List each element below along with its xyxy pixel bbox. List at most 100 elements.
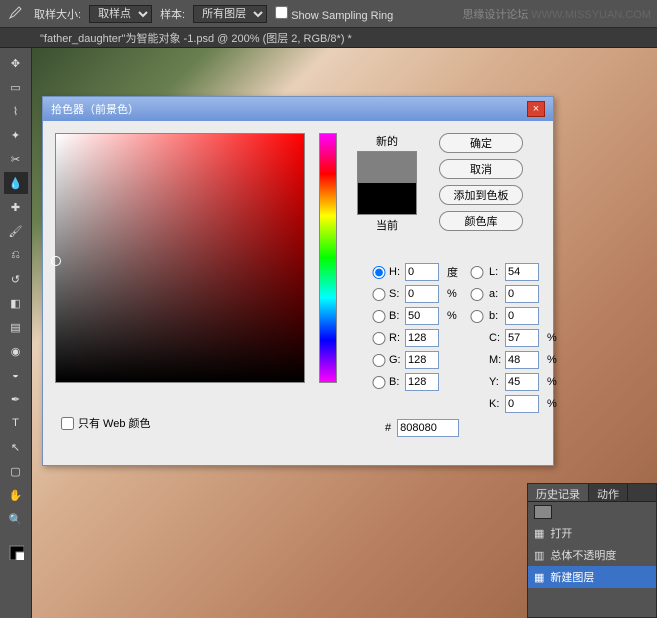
sampling-ring-label: Show Sampling Ring xyxy=(291,10,393,22)
c-input[interactable] xyxy=(505,329,539,347)
sample-layers-select[interactable]: 所有图层 xyxy=(193,5,267,23)
bv-radio[interactable] xyxy=(371,310,387,323)
hue-slider[interactable] xyxy=(319,133,337,383)
wand-tool[interactable]: ✦ xyxy=(4,124,28,146)
web-only-checkbox[interactable] xyxy=(61,417,74,430)
crop-tool[interactable]: ✂ xyxy=(4,148,28,170)
dodge-tool[interactable]: ◒ xyxy=(4,364,28,386)
sample-layers-label: 样本: xyxy=(160,6,185,22)
eyedropper-icon xyxy=(6,4,26,24)
m-input[interactable] xyxy=(505,351,539,369)
history-item-label: 总体不透明度 xyxy=(550,547,616,563)
s-input[interactable] xyxy=(405,285,439,303)
hex-input[interactable] xyxy=(397,419,459,437)
y-label: Y: xyxy=(489,376,503,388)
deg-unit: 度 xyxy=(447,264,465,280)
heal-tool[interactable]: ✚ xyxy=(4,196,28,218)
color-field[interactable] xyxy=(55,133,305,383)
color-fields: H:度 L: S:% a: B:% b: R: C:% G: M:% B: Y:… xyxy=(371,263,565,413)
layer-icon: ▦ xyxy=(534,571,544,584)
r-input[interactable] xyxy=(405,329,439,347)
bc-input[interactable] xyxy=(405,373,439,391)
history-item[interactable]: ▦ 新建图层 xyxy=(528,566,656,588)
history-item-label: 新建图层 xyxy=(550,569,594,585)
ok-button[interactable]: 确定 xyxy=(439,133,523,153)
dialog-titlebar[interactable]: 拾色器（前景色） × xyxy=(43,97,553,121)
history-item[interactable]: ▦打开 xyxy=(528,522,656,544)
bv-label: B: xyxy=(389,310,403,322)
new-current-swatch[interactable] xyxy=(357,151,417,215)
bc-label: B: xyxy=(389,376,403,388)
gradient-tool[interactable]: ▤ xyxy=(4,316,28,338)
lasso-tool[interactable]: ⌇ xyxy=(4,100,28,122)
hand-tool[interactable]: ✋ xyxy=(4,484,28,506)
opacity-icon: ▥ xyxy=(534,549,544,562)
close-icon[interactable]: × xyxy=(527,101,545,117)
a-radio[interactable] xyxy=(467,288,487,301)
g-input[interactable] xyxy=(405,351,439,369)
new-color xyxy=(358,152,416,183)
b-radio[interactable] xyxy=(467,310,487,323)
eraser-tool[interactable]: ◧ xyxy=(4,292,28,314)
pct-unit: % xyxy=(447,288,465,300)
g-label: G: xyxy=(389,354,403,366)
current-label: 当前 xyxy=(376,217,398,233)
h-radio[interactable] xyxy=(371,266,387,279)
sampling-ring-checkbox[interactable] xyxy=(275,6,288,19)
l-input[interactable] xyxy=(505,263,539,281)
bc-radio[interactable] xyxy=(371,376,387,389)
b-input[interactable] xyxy=(505,307,539,325)
c-label: C: xyxy=(489,332,503,344)
zoom-tool[interactable]: 🔍 xyxy=(4,508,28,530)
brush-tool[interactable]: 🖌 xyxy=(4,220,28,242)
l-radio[interactable] xyxy=(467,266,487,279)
document-tab-bar: "father_daughter"为智能对象 -1.psd @ 200% (图层… xyxy=(0,28,657,48)
thumbnail-icon xyxy=(534,505,552,519)
k-input[interactable] xyxy=(505,395,539,413)
stamp-tool[interactable]: ⎌ xyxy=(4,244,28,266)
web-only-label: 只有 Web 颜色 xyxy=(78,415,151,431)
a-input[interactable] xyxy=(505,285,539,303)
l-label: L: xyxy=(489,266,503,278)
history-item[interactable]: ▥ 总体不透明度 xyxy=(528,544,656,566)
history-panel: 历史记录 动作 ▦打开 ▥ 总体不透明度 ▦ 新建图层 xyxy=(527,483,657,618)
r-label: R: xyxy=(389,332,403,344)
eyedropper-tool[interactable]: 💧 xyxy=(4,172,28,194)
sampling-ring-check[interactable]: Show Sampling Ring xyxy=(275,6,393,22)
k-label: K: xyxy=(489,398,503,410)
marquee-tool[interactable]: ▭ xyxy=(4,76,28,98)
pen-tool[interactable]: ✒ xyxy=(4,388,28,410)
sample-size-label: 取样大小: xyxy=(34,6,81,22)
web-only-check[interactable]: 只有 Web 颜色 xyxy=(61,415,151,431)
h-label: H: xyxy=(389,266,403,278)
h-input[interactable] xyxy=(405,263,439,281)
y-input[interactable] xyxy=(505,373,539,391)
color-field-cursor[interactable] xyxy=(51,256,61,266)
blur-tool[interactable]: ◉ xyxy=(4,340,28,362)
tab-history[interactable]: 历史记录 xyxy=(528,484,589,501)
document-tab[interactable]: "father_daughter"为智能对象 -1.psd @ 200% (图层… xyxy=(40,30,352,46)
type-tool[interactable]: T xyxy=(4,412,28,434)
history-brush-tool[interactable]: ↺ xyxy=(4,268,28,290)
move-tool[interactable]: ✥ xyxy=(4,52,28,74)
history-snapshot[interactable] xyxy=(528,502,656,522)
path-tool[interactable]: ↖ xyxy=(4,436,28,458)
open-icon: ▦ xyxy=(534,527,544,540)
color-swatches[interactable] xyxy=(8,544,24,563)
tab-actions[interactable]: 动作 xyxy=(589,484,628,501)
shape-tool[interactable]: ▢ xyxy=(4,460,28,482)
sample-size-select[interactable]: 取样点 xyxy=(89,5,152,23)
g-radio[interactable] xyxy=(371,354,387,367)
s-radio[interactable] xyxy=(371,288,387,301)
tool-column: ✥ ▭ ⌇ ✦ ✂ 💧 ✚ 🖌 ⎌ ↺ ◧ ▤ ◉ ◒ ✒ T ↖ ▢ ✋ 🔍 xyxy=(0,48,32,618)
cancel-button[interactable]: 取消 xyxy=(439,159,523,179)
bv-input[interactable] xyxy=(405,307,439,325)
r-radio[interactable] xyxy=(371,332,387,345)
watermark: 思缘设计论坛 WWW.MISSYUAN.COM xyxy=(462,6,651,22)
hex-label: # xyxy=(385,422,391,434)
m-label: M: xyxy=(489,354,503,366)
b-label: b: xyxy=(489,310,503,322)
add-swatch-button[interactable]: 添加到色板 xyxy=(439,185,523,205)
current-color xyxy=(358,183,416,214)
color-lib-button[interactable]: 颜色库 xyxy=(439,211,523,231)
